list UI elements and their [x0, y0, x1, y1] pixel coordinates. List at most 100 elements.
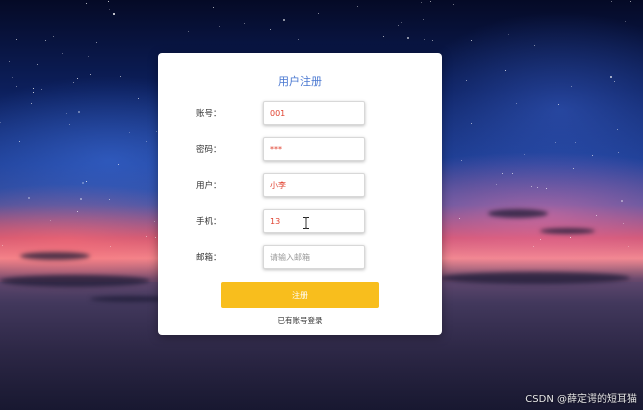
star-dot	[72, 82, 74, 83]
star-dot	[614, 81, 616, 83]
star-dot	[18, 140, 20, 142]
phone-label: 手机：	[196, 217, 222, 227]
star-dot	[76, 211, 78, 213]
star-dot	[0, 121, 2, 123]
star-dot	[15, 38, 17, 40]
star-dot	[95, 41, 97, 43]
star-dot	[32, 88, 34, 89]
star-dot	[87, 56, 89, 57]
star-dot	[383, 35, 384, 37]
star-dot	[505, 69, 507, 71]
star-dot	[80, 198, 83, 201]
star-dot	[154, 237, 156, 239]
star-dot	[540, 238, 542, 240]
star-dot	[119, 76, 121, 77]
star-dot	[30, 103, 32, 105]
star-dot	[66, 113, 68, 115]
star-dot	[625, 20, 627, 22]
star-dot	[317, 13, 319, 14]
star-dot	[533, 44, 535, 46]
star-dot	[501, 173, 503, 175]
star-dot	[458, 218, 460, 219]
star-dot	[531, 185, 533, 187]
star-dot	[77, 77, 79, 79]
star-dot	[68, 124, 70, 126]
email-input[interactable]	[263, 245, 365, 269]
star-dot	[118, 164, 120, 166]
star-dot	[297, 39, 299, 41]
star-dot	[128, 131, 130, 133]
star-dot	[557, 103, 559, 105]
i-beam-cursor-icon	[303, 217, 309, 229]
star-dot	[570, 237, 572, 238]
star-dot	[15, 86, 17, 87]
account-label: 账号：	[196, 109, 222, 119]
star-dot	[466, 80, 468, 81]
star-dot	[471, 40, 473, 41]
email-label: 邮箱：	[196, 253, 222, 263]
star-dot	[107, 0, 109, 2]
register-card: 用户注册 账号： 密码： 用户： 手机： 邮箱： 注册 已有账号登录	[158, 53, 442, 335]
star-dot	[516, 103, 518, 104]
cloud-shape	[540, 228, 595, 234]
star-dot	[356, 6, 358, 7]
password-input[interactable]	[263, 137, 365, 161]
login-link[interactable]: 已有账号登录	[158, 315, 442, 326]
star-dot	[398, 24, 400, 26]
star-dot	[45, 40, 47, 42]
star-dot	[622, 223, 624, 225]
star-dot	[629, 1, 631, 3]
star-dot	[108, 9, 110, 11]
star-dot	[453, 3, 454, 5]
star-dot	[423, 38, 425, 40]
star-dot	[62, 53, 64, 55]
star-dot	[545, 187, 547, 189]
star-dot	[52, 36, 54, 37]
star-dot	[2, 244, 4, 246]
star-dot	[628, 245, 630, 247]
star-dot	[554, 142, 556, 144]
star-dot	[572, 168, 574, 169]
star-dot	[422, 19, 424, 21]
star-dot	[432, 39, 434, 41]
phone-input[interactable]	[263, 209, 365, 233]
form-title: 用户注册	[278, 75, 322, 88]
star-dot	[86, 3, 87, 5]
star-dot	[610, 75, 613, 78]
star-dot	[212, 6, 214, 8]
star-dot	[156, 130, 158, 132]
username-input[interactable]	[263, 173, 365, 197]
star-dot	[470, 123, 472, 124]
star-dot	[113, 12, 116, 15]
star-dot	[571, 86, 573, 88]
star-dot	[461, 159, 462, 161]
star-dot	[420, 1, 422, 3]
password-label: 密码：	[196, 145, 222, 155]
star-dot	[401, 21, 403, 23]
star-dot	[617, 128, 618, 130]
star-dot	[153, 221, 155, 222]
star-dot	[406, 36, 409, 39]
star-dot	[109, 199, 111, 200]
star-dot	[574, 142, 576, 144]
star-dot	[244, 22, 246, 24]
star-dot	[27, 196, 30, 199]
star-dot	[537, 186, 539, 188]
csdn-watermark: CSDN @薛定谔的短耳猫	[525, 394, 637, 405]
star-dot	[511, 173, 513, 175]
star-dot	[591, 154, 593, 156]
star-dot	[610, 0, 612, 2]
star-dot	[596, 215, 597, 217]
star-dot	[86, 181, 88, 182]
star-dot	[430, 0, 432, 2]
account-input[interactable]	[263, 101, 365, 125]
cloud-shape	[488, 209, 548, 218]
register-button[interactable]: 注册	[221, 282, 379, 308]
star-dot	[496, 184, 498, 186]
star-dot	[81, 182, 84, 185]
star-dot	[283, 18, 286, 21]
star-dot	[188, 30, 190, 32]
star-dot	[138, 98, 140, 100]
star-dot	[49, 220, 51, 222]
star-dot	[508, 34, 510, 36]
